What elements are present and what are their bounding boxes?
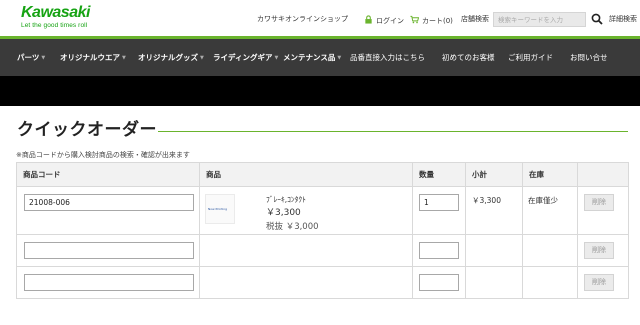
product-code-input[interactable] (24, 242, 194, 259)
subtotal-value: ￥3,300 (472, 196, 501, 205)
product-code-input[interactable]: 21008-006 (24, 194, 194, 211)
page-title: クイックオーダー (17, 120, 157, 140)
logo-tagline: Let the good times roll (21, 22, 88, 29)
code-cell: 21008-006 (16, 186, 200, 235)
code-cell (16, 234, 200, 267)
table-row: 削除 (16, 234, 629, 267)
column-header-code: 商品コード (16, 162, 200, 187)
nav-item-original-goods[interactable]: オリジナルグッズ ▼ (138, 39, 204, 76)
quantity-input[interactable]: 1 (419, 194, 459, 211)
action-cell: 削除 (577, 266, 629, 299)
quantity-cell (412, 234, 466, 267)
delete-button[interactable]: 削除 (584, 242, 614, 259)
nav-item-parts[interactable]: パーツ ▼ (17, 39, 45, 76)
stock-cell: 在庫僅少 (522, 186, 578, 235)
nav-item-first-time[interactable]: 初めてのお客様 (442, 39, 495, 76)
nav-item-guide[interactable]: ご利用ガイド (508, 39, 553, 76)
subtotal-cell (465, 266, 523, 299)
cart-link[interactable]: カート(0) (410, 15, 453, 26)
nav-item-label: オリジナルグッズ (138, 53, 198, 62)
table-row: 削除 (16, 266, 629, 299)
delete-button[interactable]: 削除 (584, 194, 614, 211)
kawasaki-logo[interactable]: Kawasaki Let the good times roll (21, 5, 90, 30)
column-header-stock: 在庫 (522, 162, 578, 187)
quantity-input[interactable] (419, 242, 459, 259)
store-search-link[interactable]: 店舗検索 (461, 15, 489, 24)
nav-item-contact[interactable]: お問い合せ (570, 39, 608, 76)
advanced-search-link[interactable]: 詳細検索 (609, 15, 637, 24)
table-header-row: 商品コード 商品 数量 小計 在庫 (16, 162, 629, 187)
chevron-down-icon: ▼ (337, 55, 342, 61)
stock-status: 在庫僅少 (528, 196, 558, 205)
nav-item-maintenance[interactable]: メンテナンス品 ▼ (283, 39, 341, 76)
banner-band (0, 76, 640, 106)
nav-item-label: オリジナルウエア (60, 53, 120, 62)
chevron-down-icon: ▼ (122, 55, 126, 61)
product-cell (199, 234, 413, 267)
chevron-down-icon: ▼ (200, 55, 204, 61)
login-label: ログイン (376, 17, 404, 25)
product-cell (199, 266, 413, 299)
code-cell (16, 266, 200, 299)
action-cell: 削除 (577, 186, 629, 235)
subtotal-cell: ￥3,300 (465, 186, 523, 235)
title-divider (158, 131, 628, 132)
login-link[interactable]: ログイン (364, 15, 404, 26)
quantity-cell: 1 (412, 186, 466, 235)
delete-button[interactable]: 削除 (584, 274, 614, 291)
main-nav: パーツ ▼ オリジナルウエア ▼ オリジナルグッズ ▼ ライディングギア ▼ メンテナン… (0, 39, 640, 76)
quantity-cell (412, 266, 466, 299)
table-row: 21008-006 Now Printing ﾌﾞﾚｰｷ,ｺﾝﾀｸﾄ ￥3,30… (16, 186, 629, 235)
column-header-quantity: 数量 (412, 162, 466, 187)
nav-item-label: メンテナンス品 (283, 53, 336, 62)
thumbnail-placeholder-text: Now Printing (208, 207, 228, 211)
nav-item-label: パーツ (17, 53, 40, 62)
product-code-input[interactable] (24, 274, 194, 291)
product-price-tax-excluded: 税抜 ￥3,000 (266, 222, 319, 232)
subtotal-cell (465, 234, 523, 267)
cart-label: カート(0) (422, 17, 453, 25)
chevron-down-icon: ▼ (41, 55, 46, 61)
column-header-actions (577, 162, 629, 187)
quantity-input[interactable] (419, 274, 459, 291)
search-icon[interactable] (591, 13, 603, 25)
column-header-product: 商品 (199, 162, 413, 187)
product-cell: Now Printing ﾌﾞﾚｰｷ,ｺﾝﾀｸﾄ ￥3,300 税抜 ￥3,00… (199, 186, 413, 235)
nav-item-direct-input[interactable]: 品番直接入力はこちら (350, 39, 425, 76)
action-cell: 削除 (577, 234, 629, 267)
product-price: ￥3,300 (266, 208, 301, 218)
cart-icon (410, 15, 419, 24)
page-note: ※商品コードから購入検討商品の検索・確認が出来ます (16, 151, 190, 159)
nav-item-original-wear[interactable]: オリジナルウエア ▼ (60, 39, 126, 76)
site-header: Kawasaki Let the good times roll カワサキオンラ… (0, 0, 640, 36)
logo-wordmark: Kawasaki (21, 4, 90, 21)
chevron-down-icon: ▼ (274, 55, 279, 61)
stock-cell (522, 234, 578, 267)
online-shop-link[interactable]: カワサキオンラインショップ (257, 15, 348, 24)
stock-cell (522, 266, 578, 299)
quick-order-table: 商品コード 商品 数量 小計 在庫 21008-006 Now Printing… (16, 162, 629, 299)
product-thumbnail[interactable]: Now Printing (205, 194, 235, 224)
nav-item-label: ライディングギア (213, 53, 273, 62)
nav-item-riding-gear[interactable]: ライディングギア ▼ (213, 39, 278, 76)
column-header-subtotal: 小計 (465, 162, 523, 187)
search-input[interactable]: 検索キーワードを入力 (493, 12, 586, 27)
lock-icon (365, 15, 372, 24)
product-name: ﾌﾞﾚｰｷ,ｺﾝﾀｸﾄ (266, 195, 306, 204)
